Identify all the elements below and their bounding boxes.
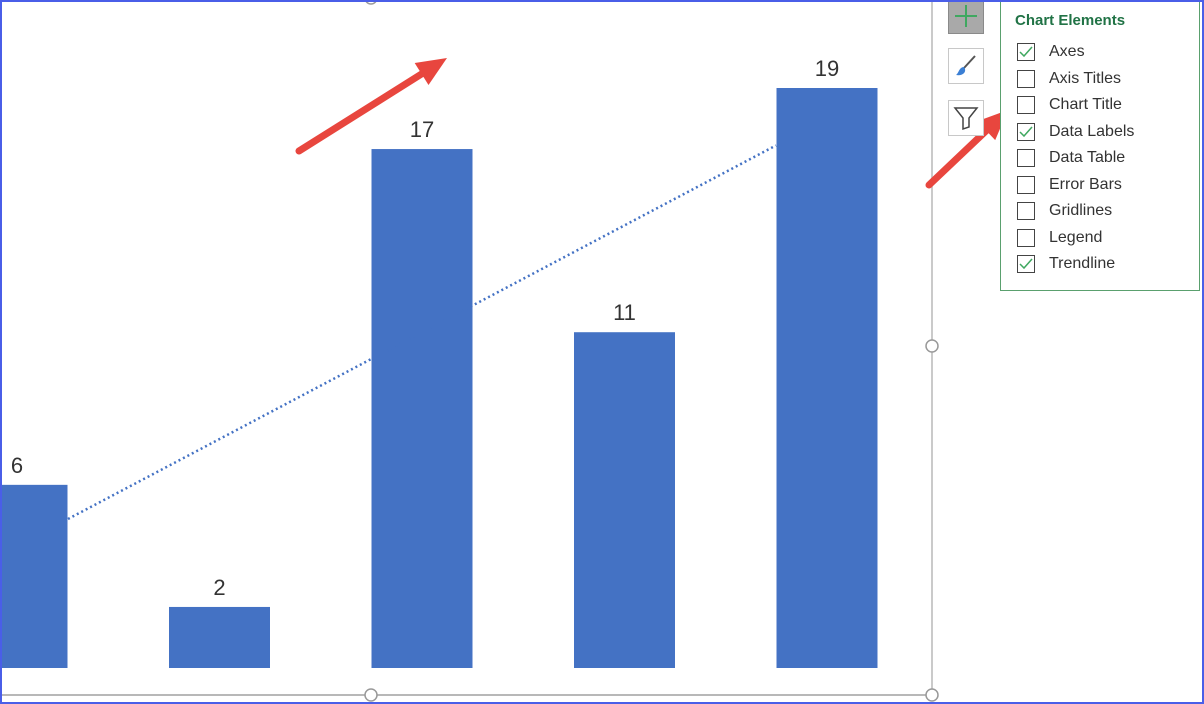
chart-element-label: Legend <box>1049 228 1103 246</box>
chart-element-axis-titles[interactable]: Axis Titles <box>1017 68 1121 90</box>
chart-element-chart-title[interactable]: Chart Title <box>1017 94 1122 116</box>
checkbox[interactable] <box>1017 43 1035 61</box>
checkbox[interactable] <box>1017 255 1035 273</box>
filter-icon <box>953 107 979 131</box>
chart-element-data-table[interactable]: Data Table <box>1017 147 1125 169</box>
resize-handle[interactable] <box>364 0 378 5</box>
chart-element-label: Axes <box>1049 43 1085 60</box>
chart-element-axes[interactable]: Axes <box>1017 41 1085 63</box>
chart-filters-button[interactable] <box>948 100 984 136</box>
chart-elements-button[interactable] <box>948 0 984 34</box>
data-label: 6 <box>11 453 23 478</box>
checkbox[interactable] <box>1017 175 1035 194</box>
checkbox[interactable] <box>1017 122 1035 141</box>
bar[interactable] <box>371 149 473 669</box>
chart-styles-button[interactable] <box>948 48 984 84</box>
chart-element-label: Data Table <box>1049 149 1126 166</box>
chart-element-label: Axis Titles <box>1049 69 1122 87</box>
checkbox[interactable] <box>1017 96 1035 114</box>
paintbrush-icon <box>956 55 976 76</box>
checkmark-icon <box>1019 126 1033 137</box>
checkbox[interactable] <box>1017 69 1035 88</box>
data-label: 2 <box>213 575 225 600</box>
data-label: 11 <box>613 300 636 325</box>
resize-handle[interactable] <box>925 339 939 353</box>
chart-elements-panel: Chart Elements Axes Axis Titles Chart Titl… <box>1000 0 1200 291</box>
chart-element-data-labels[interactable]: Data Labels <box>1017 121 1134 143</box>
bar[interactable] <box>0 484 68 668</box>
chart-element-label: Error Bars <box>1049 175 1122 193</box>
chart-element-label: Chart Title <box>1049 96 1122 113</box>
chart-element-label: Trendline <box>1049 255 1116 272</box>
bar[interactable] <box>169 606 270 668</box>
chart-element-gridlines[interactable]: Gridlines <box>1017 200 1112 222</box>
checkbox[interactable] <box>1017 202 1035 220</box>
chart-element-legend[interactable]: Legend <box>1017 227 1102 249</box>
resize-handle[interactable] <box>925 688 939 702</box>
resize-handle[interactable] <box>364 688 378 702</box>
bar[interactable] <box>574 332 675 668</box>
checkmark-icon <box>1019 258 1033 270</box>
chart-element-error-bars[interactable]: Error Bars <box>1017 174 1122 196</box>
panel-title: Chart Elements <box>1015 12 1126 29</box>
bar[interactable] <box>776 88 878 668</box>
checkbox[interactable] <box>1017 228 1035 247</box>
checkbox[interactable] <box>1017 149 1035 167</box>
data-label: 17 <box>410 117 434 142</box>
data-label: 19 <box>815 56 839 81</box>
plus-icon <box>955 5 977 27</box>
chart-element-label: Data Labels <box>1049 122 1135 140</box>
checkmark-icon <box>1019 46 1033 58</box>
chart-element-trendline[interactable]: Trendline <box>1017 253 1115 275</box>
chart-element-label: Gridlines <box>1049 202 1113 219</box>
